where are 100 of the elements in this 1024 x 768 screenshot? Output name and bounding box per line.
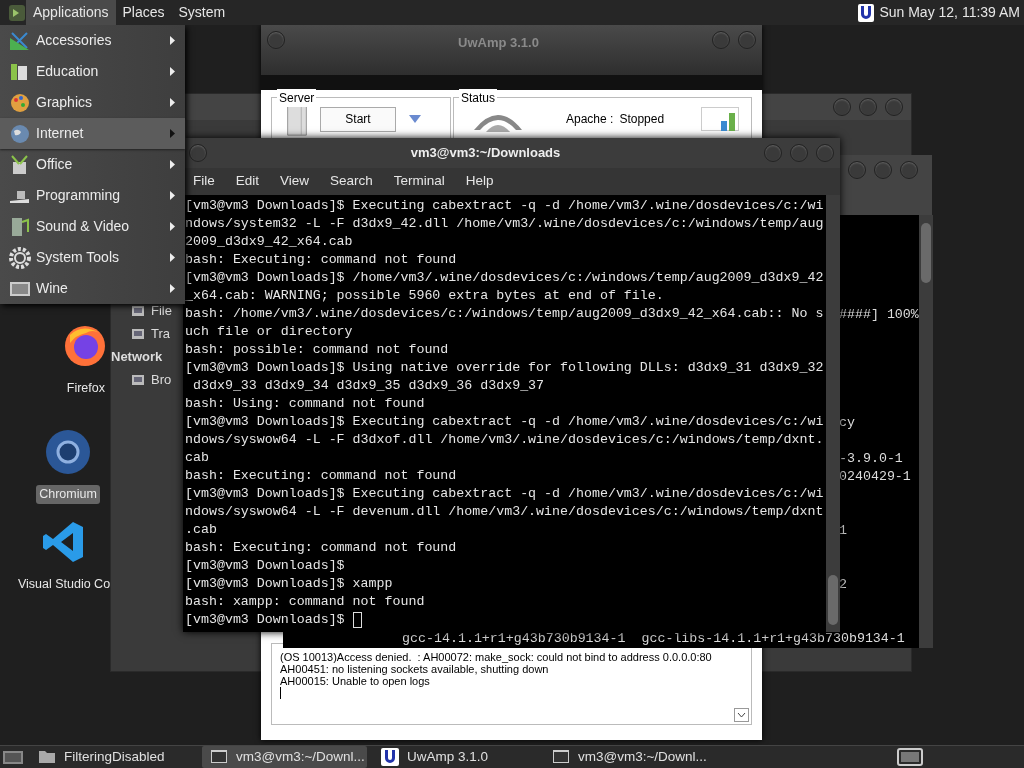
clock[interactable]: Sun May 12, 11:39 AM <box>879 2 1020 23</box>
show-desktop-icon[interactable] <box>2 748 24 766</box>
terminal-line: 0240429-1 <box>839 468 911 486</box>
terminal-line: 2009_d3dx9_42_x64.cab <box>185 233 353 251</box>
icon-label[interactable]: Visual Studio Co <box>14 575 114 594</box>
window-button[interactable] <box>712 31 730 49</box>
terminal-line: [vm3@vm3 Downloads]$ Executing cabextract -q -d /home/vm3/.wine/dosdevices/c:/wi <box>185 485 824 503</box>
terminal-line: ndows/system32 -L -F d3dx9_42.dll /home/vm3/.wine/dosdevices/c:/windows/temp/aug <box>185 215 824 233</box>
terminal-line: [vm3@vm3 Downloads]$ Executing cabextract -q -d /home/vm3/.wine/dosdevices/c:/wi <box>185 197 824 215</box>
terminal-line: .cab <box>185 521 217 539</box>
submenu-arrow-icon <box>169 252 176 263</box>
terminal-line: bash: Executing: command not found <box>185 467 457 485</box>
sidebar-item-icon <box>131 326 145 341</box>
taskbar-button[interactable]: vm3@vm3:~/Downl... <box>202 746 367 768</box>
sidebar-heading: Network <box>111 347 163 366</box>
window-button[interactable] <box>885 98 903 116</box>
u-logo-icon[interactable] <box>858 3 875 22</box>
terminal-line: bash: Executing: command not found <box>185 539 457 557</box>
menu-item[interactable]: Terminal <box>393 171 445 192</box>
sidebar-item-icon <box>131 303 145 318</box>
palette-icon <box>9 91 31 114</box>
terminal-line: d3dx9_33 d3dx9_34 d3dx9_35 d3dx9_36 d3dx9_37 <box>191 377 545 395</box>
chromium-icon[interactable] <box>45 429 91 475</box>
sidebar-item[interactable]: Tra <box>151 323 171 344</box>
menu-item[interactable]: File <box>193 171 215 192</box>
terminal-line: bash: Executing: command not found <box>185 251 457 269</box>
terminal-line: cab <box>185 449 209 467</box>
gear-icon <box>9 246 31 269</box>
start-button[interactable]: Start <box>320 106 396 132</box>
terminal-logo-icon[interactable] <box>8 3 26 22</box>
menu-item[interactable]: Accessories <box>0 25 185 56</box>
taskbar-button[interactable]: FilteringDisabled <box>30 746 196 768</box>
terminal-line: 1 <box>839 522 847 540</box>
menu-item[interactable]: View <box>280 171 310 192</box>
terminal-icon <box>210 748 228 766</box>
scrollbar-thumb[interactable] <box>920 223 931 283</box>
submenu-arrow-icon <box>169 190 176 201</box>
panel-menu[interactable]: Applications <box>26 0 116 25</box>
window-switcher-icon[interactable] <box>896 747 924 767</box>
terminal-line: ####] 100% <box>839 306 919 324</box>
terminal-line: [vm3@vm3 Downloads]$ Executing cabextract -q -d /home/vm3/.wine/dosdevices/c:/wi <box>185 413 824 431</box>
scrollbar-thumb[interactable] <box>828 575 838 625</box>
window-button[interactable] <box>267 31 285 49</box>
menu-item[interactable]: Internet <box>0 118 185 149</box>
scissors-icon <box>9 29 31 52</box>
firefox-icon[interactable] <box>62 323 108 369</box>
globe-icon <box>9 122 31 145</box>
window-button[interactable] <box>874 161 892 179</box>
submenu-arrow-icon <box>169 35 176 46</box>
window-button[interactable] <box>833 98 851 116</box>
terminal-line: -3.9.0-1 <box>839 450 903 468</box>
submenu-arrow-icon <box>169 97 176 108</box>
menu-item[interactable]: Sound & Video <box>0 211 185 242</box>
menu-item[interactable]: Programming <box>0 180 185 211</box>
window-button[interactable] <box>790 144 808 162</box>
window-button[interactable] <box>189 144 207 162</box>
terminal-line: 2 <box>839 576 847 594</box>
icon-label[interactable]: Chromium <box>36 485 100 504</box>
log-line: AH00451: no listening sockets available, shutting down <box>280 663 550 675</box>
apache-status: Stopped <box>619 111 665 128</box>
window-title: UwAmp 3.1.0 <box>457 34 540 52</box>
icon-label[interactable]: Firefox <box>63 379 108 398</box>
window-button[interactable] <box>900 161 918 179</box>
chart-icon[interactable] <box>701 107 739 131</box>
submenu-arrow-icon <box>169 221 176 232</box>
menu-item[interactable]: Graphics <box>0 87 185 118</box>
panel-menu[interactable]: Places <box>115 0 172 25</box>
menu-item[interactable]: System Tools <box>0 242 185 273</box>
panel-menu[interactable]: System <box>171 0 233 25</box>
menu-item[interactable]: Search <box>330 171 373 192</box>
terminal-line: _x64.cab: WARNING; possible 5960 extra bytes at end of file. <box>185 287 664 305</box>
taskbar-button[interactable]: vm3@vm3:~/Downl... <box>544 746 709 768</box>
u-logo-icon <box>381 748 399 766</box>
menu-item[interactable]: Office <box>0 149 185 180</box>
menu-item[interactable]: Edit <box>235 171 260 192</box>
terminal-line: [vm3@vm3 Downloads]$ <box>185 611 346 629</box>
folder-icon <box>38 748 56 766</box>
window-button[interactable] <box>859 98 877 116</box>
office-icon <box>9 153 31 176</box>
dropdown-icon[interactable] <box>408 114 422 124</box>
sidebar-item-icon <box>131 372 145 387</box>
menu-item[interactable]: Help <box>465 171 494 192</box>
log-line: AH00015: Unable to open logs <box>280 675 431 687</box>
window-button[interactable] <box>738 31 756 49</box>
window-button[interactable] <box>816 144 834 162</box>
taskbar-button[interactable]: UwAmp 3.1.0 <box>373 746 538 768</box>
apache-label: Apache : <box>566 111 614 128</box>
text-cursor <box>280 687 281 699</box>
film-icon <box>9 215 31 238</box>
terminal-line: [vm3@vm3 Downloads]$ xampp <box>185 575 393 593</box>
window-button[interactable] <box>764 144 782 162</box>
text-cursor <box>352 612 362 628</box>
scroll-down-button[interactable] <box>734 708 749 722</box>
scrollbar[interactable] <box>826 195 840 632</box>
terminal-line: uch file or directory <box>185 323 353 341</box>
window-button[interactable] <box>848 161 866 179</box>
group-label: Server <box>277 89 317 107</box>
menu-item[interactable]: Education <box>0 56 185 87</box>
sidebar-item[interactable]: Bro <box>151 369 172 390</box>
window-title: vm3@vm3:~/Downloads <box>409 144 562 163</box>
